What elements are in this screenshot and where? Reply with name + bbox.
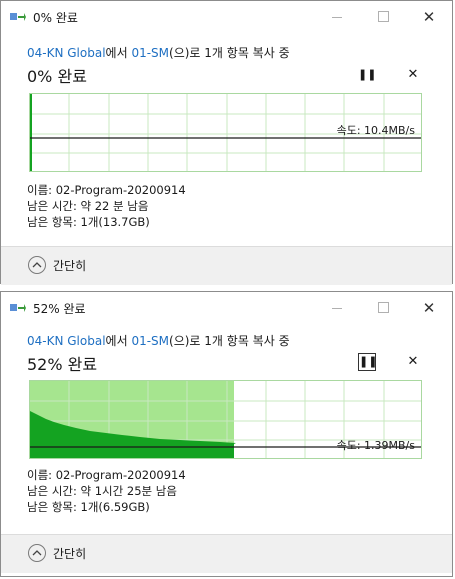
minimize-button[interactable]: [314, 292, 360, 324]
copy-app-icon: [10, 13, 26, 21]
from-suffix: 에서: [105, 334, 132, 348]
file-name: 이름: 02-Program-20200914: [27, 468, 186, 482]
stop-button[interactable]: ✕: [404, 353, 422, 371]
items-remaining: 남은 항목: 1개(6.59GB): [27, 500, 150, 514]
close-icon: ✕: [407, 354, 419, 369]
fewer-details-button[interactable]: [28, 256, 46, 274]
window-title: 0% 완료: [33, 11, 78, 25]
from-suffix: 에서: [105, 46, 132, 60]
info-block: 이름: 02-Program-20200914 남은 시간: 약 22 분 남음…: [27, 182, 186, 230]
speed-label: 속도: 10.4MB/s: [336, 124, 415, 137]
destination-link[interactable]: 01-SM: [131, 46, 169, 60]
speed-graph: 속도: 10.4MB/s: [29, 93, 422, 172]
close-icon: ✕: [407, 67, 419, 82]
chevron-up-icon: [32, 550, 42, 556]
copy-dialog-1: 0% 완료 ✕ 04-KN Global에서 01-SM(으)로 1개 항목 복…: [0, 0, 453, 285]
copy-description: 04-KN Global에서 01-SM(으)로 1개 항목 복사 중: [27, 332, 290, 349]
minimize-icon: [332, 16, 342, 18]
maximize-button[interactable]: [360, 292, 406, 324]
chevron-up-icon: [32, 262, 42, 268]
copy-tail-text: (으)로 1개 항목 복사 중: [169, 46, 290, 60]
source-link[interactable]: 04-KN Global: [27, 46, 106, 60]
dialog-footer: 간단히: [1, 534, 452, 573]
speed-history-bar: [30, 94, 32, 171]
stop-button[interactable]: ✕: [404, 66, 422, 84]
pause-button[interactable]: ❚❚: [358, 66, 376, 84]
info-block: 이름: 02-Program-20200914 남은 시간: 약 1시간 25분…: [27, 467, 186, 515]
close-window-icon: ✕: [422, 8, 436, 26]
speed-label: 속도: 1.39MB/s: [336, 439, 415, 452]
copy-app-icon: [10, 304, 26, 312]
speed-graph: 속도: 1.39MB/s: [29, 380, 422, 459]
progress-status: 52% 완료: [27, 355, 98, 374]
copy-dialog-2: 52% 완료 ✕ 04-KN Global에서 01-SM(으)로 1개 항목 …: [0, 291, 453, 577]
maximize-button[interactable]: [360, 1, 406, 33]
fewer-details-button[interactable]: [28, 544, 46, 562]
fewer-details-label[interactable]: 간단히: [53, 545, 86, 562]
copy-description: 04-KN Global에서 01-SM(으)로 1개 항목 복사 중: [27, 44, 290, 61]
file-name: 이름: 02-Program-20200914: [27, 183, 186, 197]
copy-tail-text: (으)로 1개 항목 복사 중: [169, 334, 290, 348]
time-remaining: 남은 시간: 약 1시간 25분 남음: [27, 484, 177, 498]
source-link[interactable]: 04-KN Global: [27, 334, 106, 348]
items-remaining: 남은 항목: 1개(13.7GB): [27, 215, 150, 229]
minimize-button[interactable]: [314, 1, 360, 33]
close-button[interactable]: ✕: [406, 292, 452, 324]
maximize-icon: [377, 301, 389, 313]
progress-status: 0% 완료: [27, 67, 87, 86]
destination-link[interactable]: 01-SM: [131, 334, 169, 348]
dialog-footer: 간단히: [1, 246, 452, 285]
time-remaining: 남은 시간: 약 22 분 남음: [27, 199, 149, 213]
title-bar[interactable]: 52% 완료 ✕: [1, 292, 452, 324]
pause-icon: ❚❚: [358, 68, 377, 81]
close-window-icon: ✕: [422, 299, 436, 317]
minimize-icon: [332, 307, 342, 309]
pause-icon: ❚❚: [359, 355, 378, 368]
close-button[interactable]: ✕: [406, 1, 452, 33]
maximize-icon: [377, 10, 389, 22]
title-bar[interactable]: 0% 완료 ✕: [1, 1, 452, 33]
pause-button[interactable]: ❚❚: [358, 353, 378, 371]
window-title: 52% 완료: [33, 302, 86, 316]
fewer-details-label[interactable]: 간단히: [53, 257, 86, 274]
